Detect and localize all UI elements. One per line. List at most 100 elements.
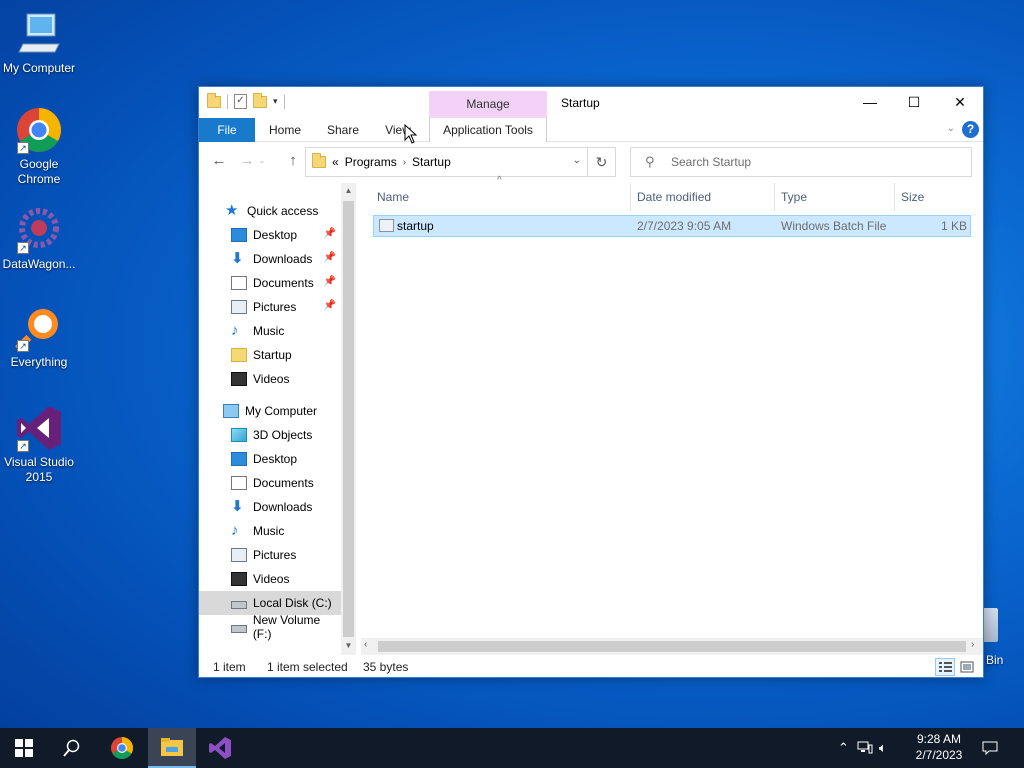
up-button[interactable]: ↑ <box>283 152 303 169</box>
desktop-icon-label: Everything <box>10 355 68 369</box>
nav-quick-music[interactable]: ♪ Music <box>199 319 341 343</box>
search-icon: ⚲ <box>645 154 655 169</box>
search-icon <box>63 739 80 757</box>
nav-label: My Computer <box>245 404 318 418</box>
manage-tab-group[interactable]: Manage <box>429 91 547 118</box>
network-icon[interactable] <box>857 740 873 757</box>
taskbar-visual-studio[interactable] <box>196 728 244 768</box>
nav-label: Videos <box>253 572 290 586</box>
file-type: Windows Batch File <box>781 219 887 233</box>
desktop-icon-visual-studio[interactable]: ↗ Visual Studio 2015 <box>0 404 78 485</box>
nav-label: Desktop <box>253 452 298 466</box>
pin-icon[interactable]: 📌 <box>324 228 336 239</box>
visual-studio-icon <box>209 737 231 759</box>
desktop-icon-chrome[interactable]: ↗ Google Chrome <box>0 106 78 187</box>
nav-label: Pictures <box>253 300 297 314</box>
desktop-icon-everything[interactable]: ↗ Everything <box>0 304 78 370</box>
tab-share[interactable]: Share <box>319 118 367 142</box>
download-arrow-icon: ⬇ <box>231 250 244 267</box>
scrollbar-thumb[interactable] <box>343 201 354 637</box>
column-header-date-modified[interactable]: Date modified <box>631 183 775 211</box>
column-header-name[interactable]: Name <box>371 183 631 211</box>
tab-home[interactable]: Home <box>261 118 309 142</box>
column-header-size[interactable]: Size <box>895 183 971 211</box>
back-button[interactable]: ← <box>209 152 229 169</box>
search-input[interactable]: ⚲ Search Startup <box>630 147 972 177</box>
folder-icon <box>231 348 247 362</box>
breadcrumb-overflow[interactable]: « <box>332 155 339 169</box>
close-button[interactable]: ✕ <box>937 87 983 117</box>
scrollbar-thumb[interactable] <box>378 641 966 652</box>
nav-quick-videos[interactable]: Videos <box>199 367 341 391</box>
nav-pc-pictures[interactable]: Pictures <box>199 543 341 567</box>
properties-icon[interactable]: ✓ <box>234 94 247 109</box>
refresh-button[interactable]: ↻ <box>588 147 616 177</box>
address-bar[interactable]: « Programs › Startup ⌄ <box>305 147 588 177</box>
customize-toolbar-dropdown-icon[interactable]: ▾ <box>273 96 278 107</box>
maximize-button[interactable]: ☐ <box>891 87 937 117</box>
nav-pc-3d-objects[interactable]: 3D Objects <box>199 423 341 447</box>
nav-quick-downloads[interactable]: ⬇ Downloads 📌 <box>199 247 341 271</box>
table-row[interactable]: startup 2/7/2023 9:05 AM Windows Batch F… <box>373 215 971 237</box>
minimize-button[interactable]: — <box>847 87 893 117</box>
tab-file[interactable]: File <box>199 118 255 142</box>
forward-button[interactable]: → <box>237 152 257 169</box>
volume-icon[interactable]: 🔈︎ <box>879 740 887 756</box>
nav-pc-desktop[interactable]: Desktop <box>199 447 341 471</box>
desktop-icon-my-computer[interactable]: My Computer <box>0 10 78 76</box>
nav-pc-local-disk-c[interactable]: Local Disk (C:) <box>199 591 341 615</box>
expand-ribbon-icon[interactable]: ⌄ <box>947 123 955 134</box>
notifications-button[interactable] <box>982 728 1002 768</box>
nav-pc-documents[interactable]: Documents <box>199 471 341 495</box>
nav-pc-videos[interactable]: Videos <box>199 567 341 591</box>
clock[interactable]: 9:28 AM 2/7/2023 <box>906 731 972 763</box>
large-icons-view-icon[interactable] <box>957 658 977 676</box>
taskbar-chrome[interactable] <box>98 728 146 768</box>
nav-scrollbar[interactable]: ▲ ▼ <box>341 183 356 655</box>
windows-logo-icon <box>15 739 33 757</box>
recent-locations-dropdown[interactable]: ⌄ <box>257 156 267 165</box>
nav-my-computer[interactable]: My Computer <box>199 399 341 423</box>
show-hidden-icons-icon[interactable]: ⌃ <box>838 740 849 756</box>
nav-quick-desktop[interactable]: Desktop 📌 <box>199 223 341 247</box>
address-dropdown-icon[interactable]: ⌄ <box>573 155 581 166</box>
help-icon[interactable]: ? <box>962 121 979 138</box>
pictures-icon <box>231 548 247 562</box>
pin-icon[interactable]: 📌 <box>324 252 336 263</box>
new-folder-icon[interactable] <box>253 92 267 108</box>
start-button[interactable] <box>0 728 48 768</box>
horizontal-scrollbar[interactable]: ‹ › <box>361 638 983 655</box>
nav-label: 3D Objects <box>253 428 313 442</box>
video-icon <box>231 572 247 586</box>
taskbar-file-explorer[interactable] <box>148 728 196 768</box>
nav-quick-documents[interactable]: Documents 📌 <box>199 271 341 295</box>
nav-quick-startup[interactable]: Startup <box>199 343 341 367</box>
search-button[interactable] <box>48 728 96 768</box>
tab-application-tools[interactable]: Application Tools <box>429 118 547 142</box>
nav-pc-downloads[interactable]: ⬇ Downloads <box>199 495 341 519</box>
nav-pc-new-volume-f[interactable]: New Volume (F:) <box>199 613 341 641</box>
breadcrumb-separator-icon[interactable]: › <box>403 157 406 168</box>
nav-quick-pictures[interactable]: Pictures 📌 <box>199 295 341 319</box>
file-explorer-window: ✓ ▾ Manage Startup — ☐ ✕ File Home Share… <box>198 86 984 678</box>
notification-icon <box>982 741 998 755</box>
document-icon <box>231 276 247 290</box>
status-item-count: 1 item <box>213 660 246 674</box>
desktop-icon-label: Google Chrome <box>17 157 61 186</box>
desktop-icon <box>231 228 247 242</box>
desktop-icon-datawagon[interactable]: ↗ DataWagon... <box>0 206 78 272</box>
pin-icon[interactable]: 📌 <box>324 300 336 311</box>
scroll-left-icon[interactable]: ‹ <box>364 639 367 650</box>
scroll-up-icon[interactable]: ▲ <box>341 186 356 195</box>
nav-quick-access[interactable]: ★ Quick access <box>199 199 341 223</box>
breadcrumb-programs[interactable]: Programs <box>345 155 397 169</box>
details-view-icon[interactable] <box>935 658 955 676</box>
pin-icon[interactable]: 📌 <box>324 276 336 287</box>
scroll-down-icon[interactable]: ▼ <box>341 641 356 650</box>
drive-icon <box>231 625 247 633</box>
column-header-type[interactable]: Type <box>775 183 895 211</box>
nav-pc-music[interactable]: ♪ Music <box>199 519 341 543</box>
breadcrumb-startup[interactable]: Startup <box>412 155 451 169</box>
nav-label: Documents <box>253 276 314 290</box>
scroll-right-icon[interactable]: › <box>971 639 974 650</box>
